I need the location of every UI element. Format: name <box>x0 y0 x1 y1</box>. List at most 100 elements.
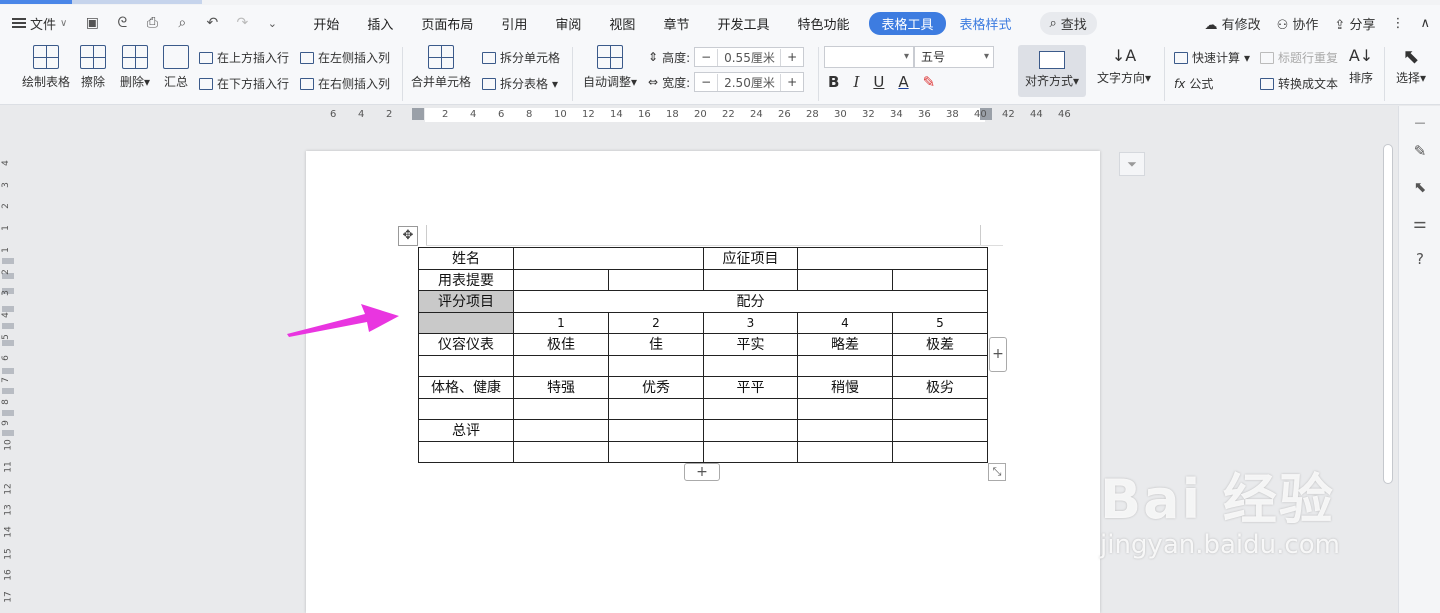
table-cell[interactable]: 极佳 <box>513 333 609 356</box>
font-size-select[interactable]: 五号 <box>914 46 994 68</box>
delete-button[interactable]: 删除▾ <box>116 41 154 90</box>
table-cell[interactable]: 1 <box>513 311 609 334</box>
tab-references[interactable]: 引用 <box>487 14 541 33</box>
table-cell[interactable]: 平平 <box>703 376 798 399</box>
insert-above-button[interactable]: 在上方插入行 <box>199 49 289 66</box>
table-cell[interactable] <box>513 419 609 442</box>
table-cell[interactable] <box>797 397 893 420</box>
more-icon[interactable]: ⋮ <box>1391 16 1404 31</box>
table-cell[interactable] <box>703 354 798 377</box>
underline-icon[interactable]: U <box>873 73 884 91</box>
table-cell[interactable] <box>797 354 893 377</box>
table-cell[interactable]: 2 <box>608 311 704 334</box>
table-cell[interactable]: 优秀 <box>608 376 704 399</box>
table-cell[interactable]: 极差 <box>892 333 988 356</box>
table-cell[interactable] <box>797 268 893 291</box>
table-cell[interactable] <box>513 247 704 270</box>
table-cell[interactable] <box>418 311 514 334</box>
undo-icon[interactable]: ↶ <box>203 15 221 31</box>
tab-insert[interactable]: 插入 <box>353 14 407 33</box>
table-cell[interactable]: 4 <box>797 311 893 334</box>
pointer-icon[interactable]: ⬉ <box>1410 178 1430 198</box>
table-cell[interactable]: 用表提要 <box>418 268 514 291</box>
pen-icon[interactable]: ✎ <box>1410 142 1430 162</box>
summary-button[interactable]: 汇总 <box>160 41 192 90</box>
table-cell[interactable] <box>513 397 609 420</box>
highlight-icon[interactable]: ✎ <box>923 73 936 91</box>
tab-view[interactable]: 视图 <box>595 14 649 33</box>
search-box[interactable]: ⌕ 查找 <box>1039 11 1097 35</box>
width-stepper[interactable]: − 2.50厘米 + <box>694 72 805 92</box>
table-cell[interactable] <box>892 419 988 442</box>
print-icon[interactable]: ⎙ <box>143 15 161 31</box>
auto-fit-button[interactable]: 自动调整▾ <box>580 41 640 90</box>
table-cell[interactable] <box>513 440 609 463</box>
table-cell[interactable] <box>608 268 704 291</box>
table-cell[interactable]: 体格、健康 <box>418 376 514 399</box>
table-cell[interactable]: 平实 <box>703 333 798 356</box>
width-increase-button[interactable]: + <box>781 75 803 89</box>
table-cell[interactable]: 评分项目 <box>418 290 514 313</box>
split-table-button[interactable]: 拆分表格 ▾ <box>482 75 558 92</box>
table-cell[interactable]: 略差 <box>797 333 893 356</box>
table-cell[interactable]: 配分 <box>513 290 988 313</box>
table-cell[interactable] <box>608 354 704 377</box>
font-color-icon[interactable]: A <box>898 73 908 91</box>
help-icon[interactable]: ? <box>1410 250 1430 270</box>
draw-table-button[interactable]: 绘制表格 <box>18 41 74 90</box>
tab-section[interactable]: 章节 <box>649 14 703 33</box>
bold-icon[interactable]: B <box>828 73 839 91</box>
customize-toolbar-icon[interactable]: ⌄ <box>263 17 281 30</box>
tab-developer[interactable]: 开发工具 <box>703 14 783 33</box>
height-value[interactable]: 0.55厘米 <box>717 48 782 66</box>
panel-toggle-icon[interactable]: — <box>1410 116 1430 136</box>
vertical-scrollbar[interactable] <box>1381 128 1395 613</box>
table-cell[interactable] <box>703 397 798 420</box>
table-cell[interactable] <box>608 419 704 442</box>
align-button[interactable]: 对齐方式▾ <box>1018 45 1086 97</box>
merge-cells-button[interactable]: 合并单元格 <box>410 41 472 90</box>
table-cell[interactable] <box>703 268 798 291</box>
add-column-button[interactable]: + <box>989 337 1007 372</box>
insert-below-button[interactable]: 在下方插入行 <box>199 75 289 92</box>
tab-home[interactable]: 开始 <box>299 14 353 33</box>
scrollbar-thumb[interactable] <box>1383 144 1393 484</box>
table-cell[interactable] <box>513 268 609 291</box>
table-cell[interactable] <box>892 397 988 420</box>
settings-slider-icon[interactable]: ⚌ <box>1410 214 1430 234</box>
table-cell[interactable] <box>418 397 514 420</box>
left-indent-marker[interactable] <box>412 108 424 120</box>
table-cell[interactable]: 极劣 <box>892 376 988 399</box>
erase-button[interactable]: 擦除 <box>78 41 108 90</box>
text-direction-button[interactable]: ↓A 文字方向▾ <box>1094 41 1154 86</box>
insert-left-button[interactable]: 在左侧插入列 <box>300 49 390 66</box>
italic-icon[interactable]: I <box>853 73 859 91</box>
table-cell[interactable] <box>797 419 893 442</box>
table-move-handle-icon[interactable]: ✥ <box>398 226 418 246</box>
font-name-select[interactable] <box>824 46 914 68</box>
redo-icon[interactable]: ↷ <box>233 15 251 31</box>
quick-calc-button[interactable]: 快速计算 ▾ <box>1174 49 1250 66</box>
table-cell[interactable]: 特强 <box>513 376 609 399</box>
table-resize-handle-icon[interactable]: ⤡ <box>988 463 1006 481</box>
table-cell[interactable]: 佳 <box>608 333 704 356</box>
table-cell[interactable]: 5 <box>892 311 988 334</box>
horizontal-ruler[interactable]: 6 4 2 2 4 6 8 10 12 14 16 18 20 22 24 26 28 30 32 34 36 38 40 4… <box>0 106 1380 126</box>
print-preview-icon[interactable]: ⌕ <box>173 15 191 31</box>
to-text-button[interactable]: 转换成文本 <box>1260 75 1338 92</box>
format-painter-icon[interactable]: ᘓ <box>113 15 131 31</box>
table-cell[interactable] <box>703 419 798 442</box>
tab-review[interactable]: 审阅 <box>541 14 595 33</box>
table-cell[interactable] <box>892 440 988 463</box>
changes-button[interactable]: ☁ 有修改 <box>1204 14 1260 33</box>
table-cell[interactable] <box>608 397 704 420</box>
table-cell[interactable] <box>797 247 988 270</box>
select-button[interactable]: ⬉ 选择▾ <box>1392 41 1430 86</box>
table-cell[interactable]: 3 <box>703 311 798 334</box>
page-options-icon[interactable]: ⏷ <box>1119 152 1145 176</box>
formula-button[interactable]: fx 公式 <box>1174 75 1213 92</box>
width-decrease-button[interactable]: − <box>695 75 717 89</box>
table-cell[interactable] <box>703 440 798 463</box>
table-cell[interactable] <box>892 354 988 377</box>
height-stepper[interactable]: − 0.55厘米 + <box>694 47 805 67</box>
